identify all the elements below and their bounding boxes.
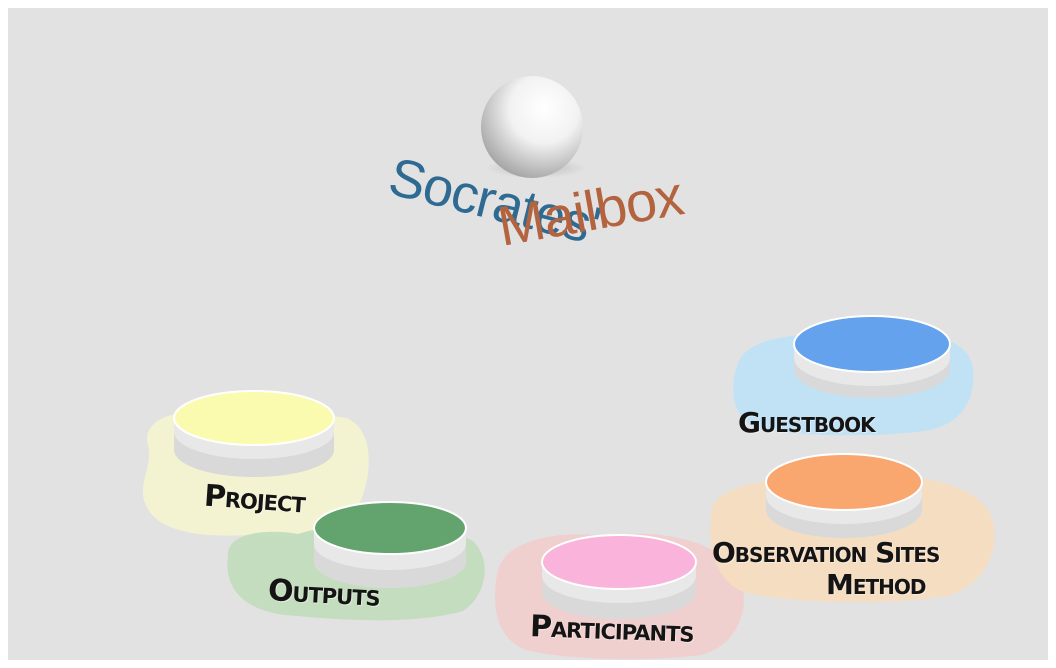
logo-line-socrates: Socrates': [383, 146, 606, 256]
nav-observation-sites-method[interactable]: Observation Sites Method: [702, 453, 1002, 608]
nav-guestbook[interactable]: Guestbook: [720, 314, 980, 439]
nav-observation-label-line1: Observation Sites: [712, 536, 940, 569]
nav-participants-label: Participants: [529, 609, 695, 650]
nav-outputs[interactable]: Outputs: [218, 496, 490, 624]
home-stage: Socrates' Mailbox Project Outputs Partic…: [8, 8, 1048, 660]
logo-line-mailbox: Mailbox: [493, 163, 688, 258]
nav-outputs-label: Outputs: [267, 573, 381, 614]
nav-observation-label-line2: Method: [826, 568, 927, 601]
nav-guestbook-label: Guestbook: [738, 406, 876, 439]
